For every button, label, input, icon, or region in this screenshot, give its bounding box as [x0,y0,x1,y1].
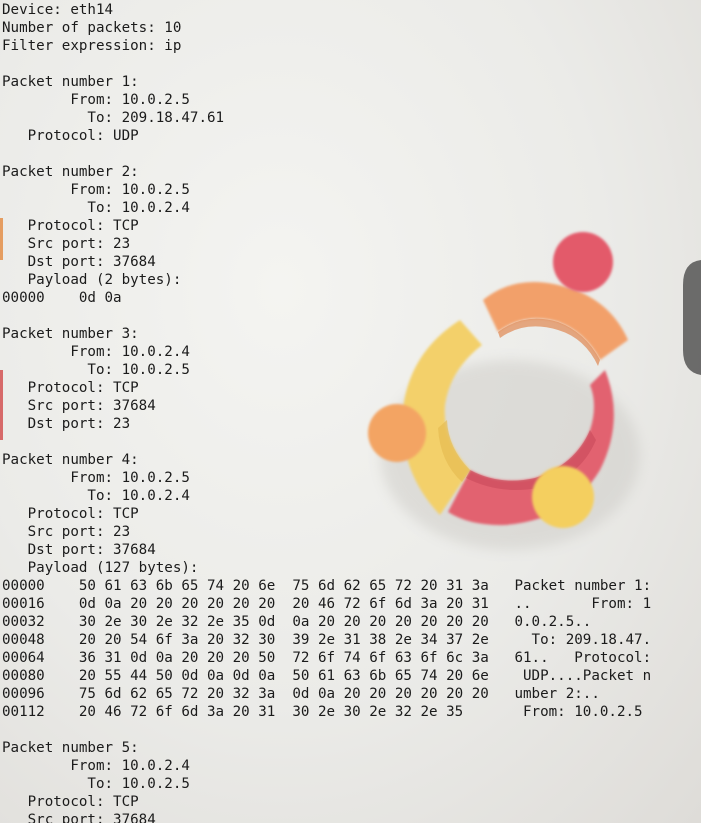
packet-dst-port: Dst port: 37684 [27,542,156,558]
packet-src-port: Src port: 37684 [27,398,156,414]
packet-from: From: 10.0.2.5 [70,182,190,198]
packet-protocol: Protocol: TCP [27,506,139,522]
hex-bytes-second: 50 61 63 6b 65 74 20 6e [292,668,489,684]
packet-to: To: 10.0.2.5 [87,362,190,378]
hex-dump-row: 00016 0d 0a 20 20 20 20 20 20 20 46 72 6f … [2,595,651,613]
packet-dst-port: Dst port: 23 [27,416,131,432]
hex-dump-row: 00112 20 46 72 6f 6d 3a 20 31 30 2e 30 2e … [2,703,651,721]
hex-bytes-first: 0d 0a 20 20 20 20 20 20 [78,596,276,612]
hex-dump-row: 00000 0d 0a [2,289,651,307]
hex-bytes-second: 0a 20 20 20 20 20 20 20 [292,614,489,630]
packet-payload-label: Payload (2 bytes): [27,272,182,288]
filter-line: Filter expression: ip [2,38,182,54]
hex-ascii: 0.0.2.5.. [514,614,592,630]
hex-dump-row: 00048 20 20 54 6f 3a 20 32 30 39 2e 31 38 … [2,631,651,649]
hex-bytes-first: 20 46 72 6f 6d 3a 20 31 [78,704,276,720]
packet-title: Packet number 4: [2,452,139,468]
hex-ascii: To: 209.18.47. [514,632,652,648]
hex-offset: 00048 [2,632,45,648]
packet-count-line: Number of packets: 10 [2,20,182,36]
hex-dump-row: 00080 20 55 44 50 0d 0a 0d 0a 50 61 63 6b … [2,667,651,685]
hex-offset: 00064 [2,650,45,666]
packet-to: To: 10.0.2.5 [87,776,190,792]
packet-payload-label: Payload (127 bytes): [27,560,199,576]
hex-bytes-second: 0d 0a 20 20 20 20 20 20 [292,686,489,702]
packet-title: Packet number 2: [2,164,139,180]
hex-bytes-first: 20 20 54 6f 3a 20 32 30 [78,632,276,648]
hex-bytes-first: 36 31 0d 0a 20 20 20 50 [78,650,276,666]
hex-bytes-first: 75 6d 62 65 72 20 32 3a [78,686,276,702]
hex-offset: 00096 [2,686,45,702]
hex-ascii: UDP....Packet n [514,668,652,684]
hex-bytes-second: 72 6f 74 6f 63 6f 6c 3a [292,650,489,666]
packet-src-port: Src port: 23 [27,524,131,540]
hex-bytes-first: 20 55 44 50 0d 0a 0d 0a [78,668,276,684]
terminal-output: Device: eth14 Number of packets: 10 Filter… [2,1,651,823]
packet-from: From: 10.0.2.5 [70,92,190,108]
hex-offset: 00016 [2,596,45,612]
packet-src-port: Src port: 37684 [27,812,156,823]
packet-from: From: 10.0.2.4 [70,344,190,360]
hex-offset: 00032 [2,614,45,630]
hex-bytes-first: 30 2e 30 2e 32 2e 35 0d [78,614,276,630]
hex-ascii: .. From: 1 [514,596,652,612]
hex-offset: 00000 [2,290,45,306]
packet-title: Packet number 3: [2,326,139,342]
packet-title: Packet number 5: [2,740,139,756]
packet-protocol: Protocol: TCP [27,794,139,810]
hex-ascii: Packet number 1: [514,578,652,594]
hex-dump-row: 00000 50 61 63 6b 65 74 20 6e 75 6d 62 65 … [2,577,651,595]
packet-to: To: 10.0.2.4 [87,488,190,504]
hex-offset: 00112 [2,704,45,720]
hex-dump-row: 00096 75 6d 62 65 72 20 32 3a 0d 0a 20 20 … [2,685,651,703]
packet-dst-port: Dst port: 37684 [27,254,156,270]
hex-offset: 00080 [2,668,45,684]
packet-title: Packet number 1: [2,74,139,90]
packet-to: To: 209.18.47.61 [87,110,225,126]
hex-dump-row: 00064 36 31 0d 0a 20 20 20 50 72 6f 74 6f … [2,649,651,667]
hex-bytes-second: 75 6d 62 65 72 20 31 3a [292,578,489,594]
packet-protocol: Protocol: TCP [27,218,139,234]
hex-bytes-second: 20 46 72 6f 6d 3a 20 31 [292,596,489,612]
hex-ascii: From: 10.0.2.5 [514,704,643,720]
packet-protocol: Protocol: TCP [27,380,139,396]
hex-bytes-first: 0d 0a [78,290,122,306]
hex-bytes-first: 50 61 63 6b 65 74 20 6e [78,578,276,594]
hex-bytes-second: 30 2e 30 2e 32 2e 35 [292,704,464,720]
packet-src-port: Src port: 23 [27,236,131,252]
hex-ascii: umber 2:.. [514,686,600,702]
hex-ascii: 61.. Protocol: [514,650,652,666]
hex-bytes-second: 39 2e 31 38 2e 34 37 2e [292,632,489,648]
device-line: Device: eth14 [2,2,114,18]
hex-offset: 00000 [2,578,45,594]
hex-dump-row: 00032 30 2e 30 2e 32 2e 35 0d 0a 20 20 20 … [2,613,651,631]
packet-from: From: 10.0.2.4 [70,758,190,774]
packet-to: To: 10.0.2.4 [87,200,190,216]
packet-from: From: 10.0.2.5 [70,470,190,486]
packet-protocol: Protocol: UDP [27,128,139,144]
